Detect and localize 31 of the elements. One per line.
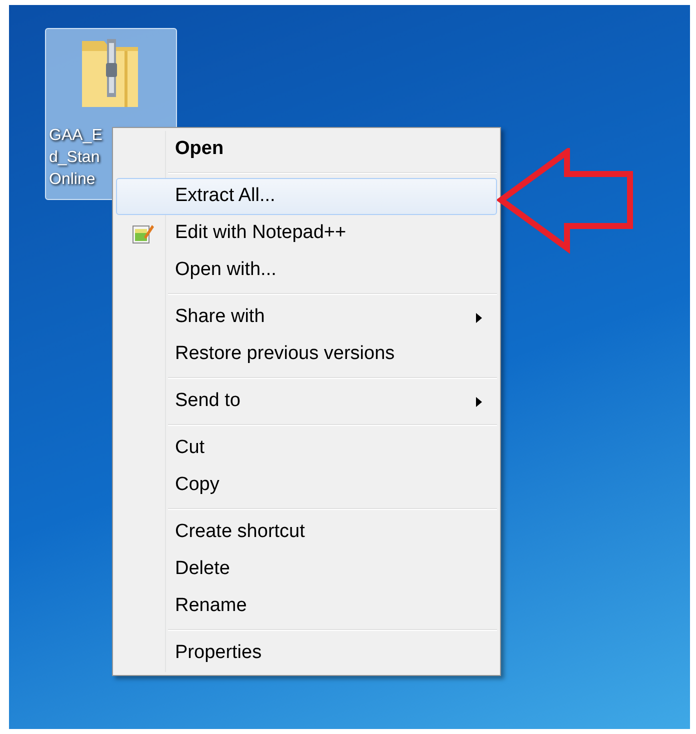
icon-label: d_Stan [49,148,101,168]
menu-item[interactable]: Restore previous versions [116,336,497,373]
menu-item[interactable]: Rename [116,588,497,625]
submenu-arrow-icon [476,396,482,406]
menu-item[interactable]: Copy [116,467,497,504]
menu-item-label: Cut [175,436,205,460]
menu-item-label: Rename [175,594,247,618]
menu-item[interactable]: Properties [116,635,497,672]
icon-label: Online [49,170,96,190]
menu-item[interactable]: Delete [116,551,497,588]
menu-item[interactable]: Edit with Notepad++ [116,215,497,252]
menu-item-label: Share with [175,305,265,330]
menu-item-label: Open [175,137,224,162]
menu-item[interactable]: Create shortcut [116,514,497,551]
menu-item[interactable]: Extract All... [116,178,497,215]
menu-item-label: Open with... [175,258,276,282]
icon-label: GAA_E [49,126,102,146]
menu-item-label: Copy [175,473,220,498]
menu-item-label: Edit with Notepad++ [175,221,346,246]
menu-item[interactable]: Send to [116,383,497,420]
menu-item-label: Send to [175,389,240,414]
menu-item-label: Create shortcut [175,520,305,544]
menu-item-label: Restore previous versions [175,342,395,366]
menu-item-label: Delete [175,557,230,582]
notepad-pencil-icon [132,222,154,244]
menu-item-label: Extract All... [175,184,276,208]
menu-item[interactable]: Share with [116,299,497,336]
menu-item[interactable]: Open with... [116,252,497,289]
menu-item-label: Properties [175,641,262,666]
submenu-arrow-icon [476,312,482,322]
menu-item[interactable]: Cut [116,430,497,467]
